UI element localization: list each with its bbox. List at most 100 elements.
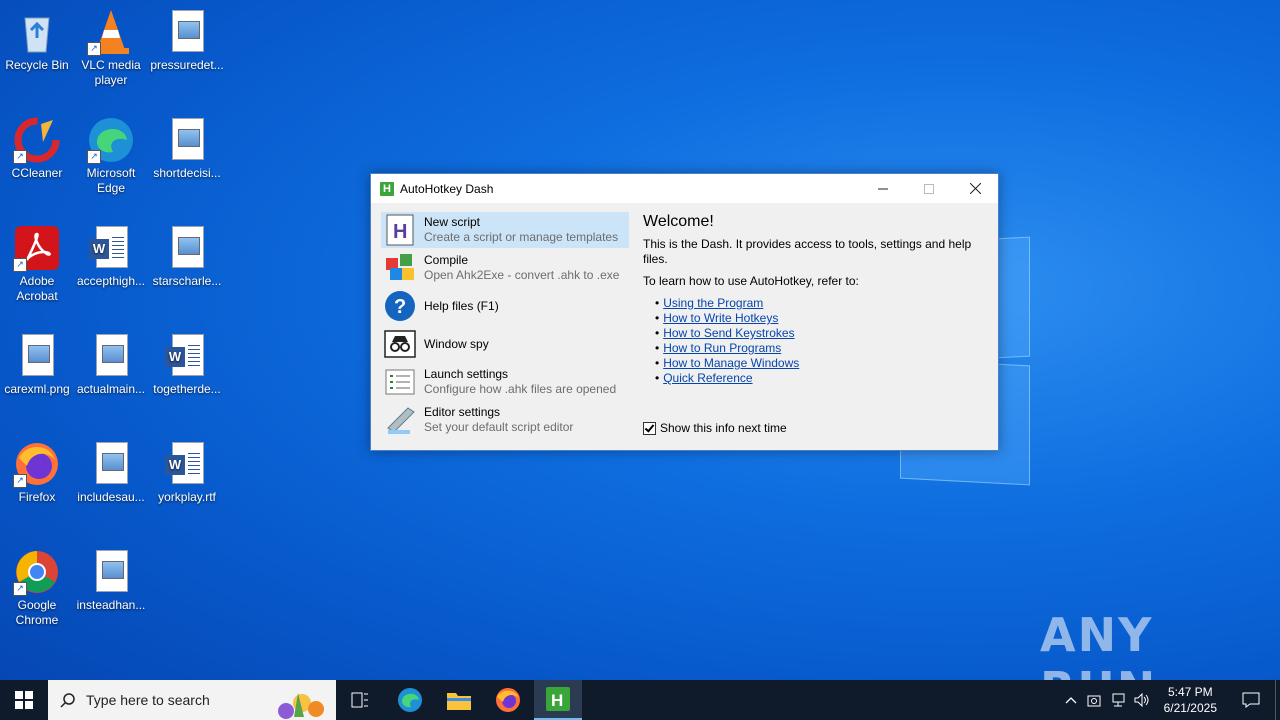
autohotkey-icon: H [380,181,394,196]
desktop-icon-word-doc[interactable]: W togetherde... [150,332,224,397]
edge-icon: ↗ [87,116,135,164]
minimize-button[interactable] [860,174,906,203]
desktop-icon-file[interactable]: shortdecisi... [150,116,224,181]
desktop-icon-ccleaner[interactable]: ↗ CCleaner [0,116,74,181]
taskbar-clock[interactable]: 5:47 PM 6/21/2025 [1164,684,1217,716]
word-document-icon: W [87,224,135,272]
image-file-icon [163,8,211,56]
desktop-icon-word-doc[interactable]: W accepthigh... [74,224,148,289]
network-button[interactable] [1106,693,1130,707]
compile-item[interactable]: Compile Open Ahk2Exe - convert .ahk to .… [381,250,629,286]
maximize-button[interactable] [906,174,952,203]
close-button[interactable] [952,174,998,203]
item-title: Window spy [424,336,489,351]
show-info-label: Show this info next time [660,421,787,435]
task-view-icon [351,692,368,708]
link-manage-windows[interactable]: How to Manage Windows [663,356,799,370]
item-subtitle: Set your default script editor [424,420,574,434]
desktop-icon-label: Adobe Acrobat [16,274,58,303]
taskbar-search-box[interactable]: Type here to search [48,680,336,720]
desktop-icon-label: insteadhan... [76,598,146,612]
desktop-icon-label: Firefox [18,490,56,504]
taskbar-firefox-button[interactable] [484,680,532,720]
item-title: Help files (F1) [424,298,499,313]
help-links-list: • Using the Program • How to Write Hotkeys… [655,296,993,386]
link-write-hotkeys[interactable]: How to Write Hotkeys [663,311,778,325]
help-files-item[interactable]: ? Help files (F1) [381,288,629,324]
vlc-cone-icon: ↗ [87,8,135,56]
window-spy-icon [384,328,416,360]
taskbar-autohotkey-button[interactable]: H [534,680,582,720]
launch-settings-icon [384,366,416,398]
item-subtitle: Configure how .ahk files are opened [424,382,617,396]
desktop-icon-label: yorkplay.rtf [158,490,216,504]
image-file-icon [87,332,135,380]
checkbox-checked[interactable] [643,421,656,435]
desktop-icon-label: starscharle... [152,274,222,288]
link-send-keystrokes[interactable]: How to Send Keystrokes [663,326,794,340]
link-run-programs[interactable]: How to Run Programs [663,341,781,355]
title-bar[interactable]: H AutoHotkey Dash [371,174,998,203]
desktop-icon-label: carexml.png [4,382,70,396]
link-quick-reference[interactable]: Quick Reference [663,371,752,385]
autohotkey-dash-window: H AutoHotkey Dash H New script Create a … [370,173,999,451]
clock-time: 5:47 PM [1167,685,1213,699]
tray-app-icon[interactable] [1082,693,1106,707]
camera-icon [1087,695,1101,707]
image-file-icon [163,116,211,164]
desktop-icon-file[interactable]: insteadhan... [74,548,148,613]
start-button[interactable] [0,680,48,720]
taskbar-edge-button[interactable] [386,680,434,720]
desktop-icon-label: Recycle Bin [5,58,69,72]
desktop-icon-file[interactable]: includesau... [74,440,148,505]
ccleaner-icon: ↗ [13,116,61,164]
list-item: • Quick Reference [655,371,753,385]
desktop-icon-edge[interactable]: ↗ Microsoft Edge [74,116,148,196]
maximize-icon [924,183,934,194]
close-icon [969,183,981,194]
link-using-the-program[interactable]: Using the Program [663,296,763,310]
shortcut-arrow-icon: ↗ [13,474,27,488]
volume-button[interactable] [1130,693,1154,707]
intro-text: This is the Dash. It provides access to … [643,237,972,266]
new-script-icon: H [384,214,416,246]
desktop-icon-vlc[interactable]: ↗ VLC media player [74,8,148,88]
image-file-icon [87,548,135,596]
desktop-icon-chrome[interactable]: ↗ Google Chrome [0,548,74,628]
list-item: • How to Run Programs [655,341,782,355]
help-icon: ? [384,290,416,322]
desktop-icon-file[interactable]: carexml.png [0,332,74,397]
new-script-item[interactable]: H New script Create a script or manage t… [381,212,629,248]
launch-settings-item[interactable]: Launch settings Configure how .ahk files… [381,364,629,400]
desktop-icon-file[interactable]: pressuredet... [150,8,224,73]
taskbar: Type here to search H 5:47 PM 6/21/2025 [0,680,1280,720]
windows-logo-icon [15,691,33,709]
desktop-icon-firefox[interactable]: ↗ Firefox [0,440,74,505]
show-hidden-icons-button[interactable] [1060,696,1082,704]
show-info-checkbox[interactable]: Show this info next time [643,421,787,435]
desktop-icon-word-doc[interactable]: W yorkplay.rtf [150,440,224,505]
item-subtitle: Open Ahk2Exe - convert .ahk to .exe [424,268,620,282]
network-icon [1112,693,1125,707]
desktop-icon-recycle-bin[interactable]: Recycle Bin [0,8,74,73]
welcome-heading: Welcome! [643,213,714,230]
list-item: • How to Manage Windows [655,356,800,370]
edge-icon [398,688,422,712]
action-center-button[interactable] [1227,692,1275,708]
desktop-icon-file[interactable]: starscharle... [150,224,224,289]
desktop-icon-label: pressuredet... [150,58,224,72]
desktop-icon-file[interactable]: actualmain... [74,332,148,397]
editor-settings-item[interactable]: Editor settings Set your default script … [381,402,629,438]
task-view-button[interactable] [336,680,384,720]
desktop-icon-label: VLC media player [81,58,141,87]
list-item: • Using the Program [655,296,764,310]
taskbar-file-explorer-button[interactable] [435,680,483,720]
window-spy-item[interactable]: Window spy [381,326,629,362]
item-title: Editor settings [424,405,501,419]
firefox-icon [496,688,520,712]
desktop-icon-acrobat[interactable]: ↗ Adobe Acrobat [0,224,74,304]
word-document-icon: W [163,440,211,488]
list-item: • How to Send Keystrokes [655,326,795,340]
show-desktop-button[interactable] [1275,680,1280,720]
acrobat-icon: ↗ [13,224,61,272]
